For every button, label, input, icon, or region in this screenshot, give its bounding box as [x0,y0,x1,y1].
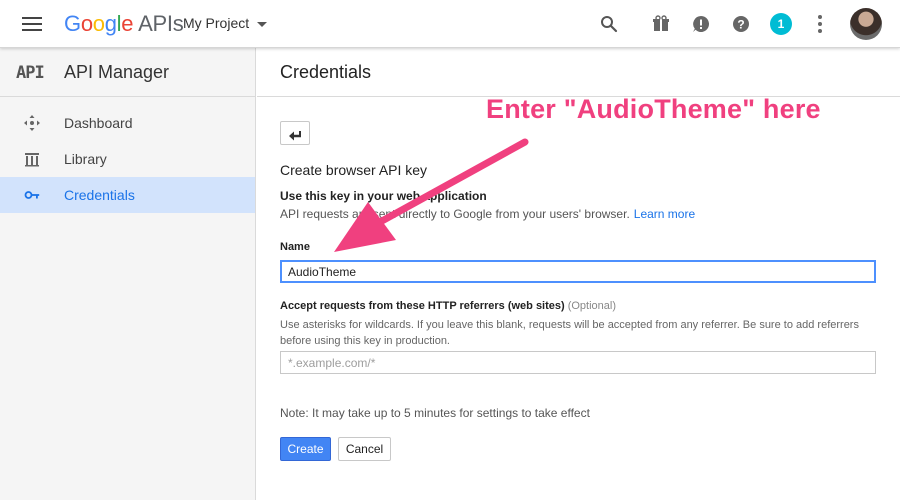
logo-letter: e [121,11,134,36]
notification-badge[interactable]: 1 [770,13,792,35]
project-name: My Project [183,15,250,31]
sidebar-item-label: Library [64,151,107,167]
library-icon [25,153,39,167]
sidebar: API API Manager Dashboard Library Creden… [0,48,256,500]
arrow-back-icon [289,130,301,140]
name-field[interactable] [280,260,876,283]
sidebar-item-library[interactable]: Library [0,141,255,177]
annotation-callout: Enter "AudioTheme" here [486,94,821,124]
key-icon [24,191,40,199]
search-icon[interactable] [599,14,619,34]
sidebar-item-credentials[interactable]: Credentials [0,177,255,213]
referrers-label: Accept requests from these HTTP referrer… [280,300,565,312]
top-app-bar: Google APIs My Project ? 1 [0,0,900,48]
project-selector[interactable]: My Project [183,15,268,31]
avatar[interactable] [850,8,882,40]
referrers-input[interactable] [280,351,876,374]
sidebar-nav: Dashboard Library Credentials [0,97,255,213]
create-button[interactable]: Create [280,437,331,461]
dashboard-icon [24,115,40,131]
alert-icon[interactable] [691,14,711,34]
logo-letter: G [64,11,81,36]
logo-letter: o [92,11,105,36]
page-title: Credentials [280,62,372,82]
name-label: Name [280,241,310,253]
main-header: Credentials [257,48,900,97]
sidebar-header: API API Manager [0,48,255,97]
help-icon[interactable]: ? [731,14,751,34]
sidebar-title: API Manager [64,62,170,82]
gift-icon[interactable] [651,14,671,34]
cancel-button[interactable]: Cancel [338,437,391,461]
api-logo-mark: API [16,63,45,83]
referrers-label-row: Accept requests from these HTTP referrer… [280,300,616,312]
logo-suffix: APIs [138,11,184,36]
chevron-down-icon [257,21,268,27]
sidebar-item-label: Credentials [64,187,135,203]
logo-letter: o [80,11,93,36]
sidebar-item-label: Dashboard [64,115,133,131]
settings-note: Note: It may take up to 5 minutes for se… [280,406,590,420]
google-apis-logo[interactable]: Google APIs [64,11,184,37]
menu-icon[interactable] [22,17,42,31]
optional-tag: (Optional) [567,300,616,312]
learn-more-link[interactable]: Learn more [634,207,695,221]
back-button[interactable] [280,121,310,145]
annotation-arrow [334,138,529,252]
logo-letter: g [104,11,117,36]
svg-text:?: ? [737,18,744,32]
referrers-help-text: Use asterisks for wildcards. If you leav… [280,319,859,347]
more-vert-icon[interactable] [818,15,822,33]
sidebar-item-dashboard[interactable]: Dashboard [0,105,255,141]
